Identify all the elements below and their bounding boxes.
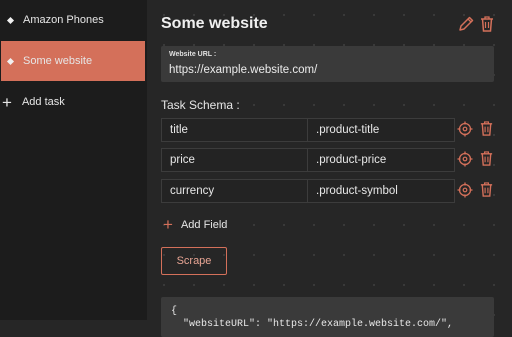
crosshair-icon [457,182,473,198]
schema-row: currency .product-symbol [161,179,455,203]
add-field-button[interactable]: + Add Field [163,216,227,233]
sidebar-item-amazon-phones[interactable]: Amazon Phones [0,0,147,40]
crosshair-icon [457,121,473,137]
plus-icon: + [2,92,12,112]
schema-row: price .product-price [161,148,455,172]
edit-button[interactable] [457,15,475,38]
delete-field-button[interactable] [479,120,494,142]
sidebar-item-label: Some website [23,55,93,67]
pick-selector-button[interactable] [457,121,473,142]
field-name-input[interactable]: price [161,148,309,172]
output-panel: { "websiteURL": "https://example.website… [161,297,494,337]
website-url-label: Website URL : [169,51,217,58]
crosshair-icon [457,151,473,167]
pick-selector-button[interactable] [457,182,473,203]
delete-field-button[interactable] [479,150,494,172]
trash-icon [480,151,493,166]
field-name-input[interactable]: currency [161,179,309,203]
sidebar-item-some-website[interactable]: Some website [1,41,145,81]
add-field-label: Add Field [180,218,228,231]
field-selector-input[interactable]: .product-symbol [307,179,455,203]
delete-task-button[interactable] [479,15,495,38]
sidebar: Amazon Phones Some website + Add task [0,0,147,320]
trash-icon [480,121,493,136]
add-task-label: Add task [21,96,65,108]
website-url-value: https://example.website.com/ [169,64,318,76]
trash-icon [481,16,493,32]
scrape-button[interactable]: Scrape [161,247,227,275]
delete-field-button[interactable] [479,181,494,203]
trash-icon [480,182,493,197]
field-name-input[interactable]: title [161,118,309,142]
diamond-icon [6,57,15,65]
task-schema-label: Task Schema : [161,98,240,112]
field-selector-input[interactable]: .product-price [307,148,455,172]
field-selector-input[interactable]: .product-title [307,118,455,142]
pencil-icon [459,16,474,31]
main-panel: Some website Website URL : https://examp… [147,0,512,337]
diamond-icon [6,16,15,24]
plus-icon: + [163,215,173,234]
website-url-field[interactable]: Website URL : https://example.website.co… [161,46,494,82]
pick-selector-button[interactable] [457,151,473,172]
add-task-button[interactable]: + Add task [0,82,147,122]
page-title: Some website [161,15,268,32]
schema-row: title .product-title [161,118,455,142]
sidebar-item-label: Amazon Phones [23,14,104,26]
